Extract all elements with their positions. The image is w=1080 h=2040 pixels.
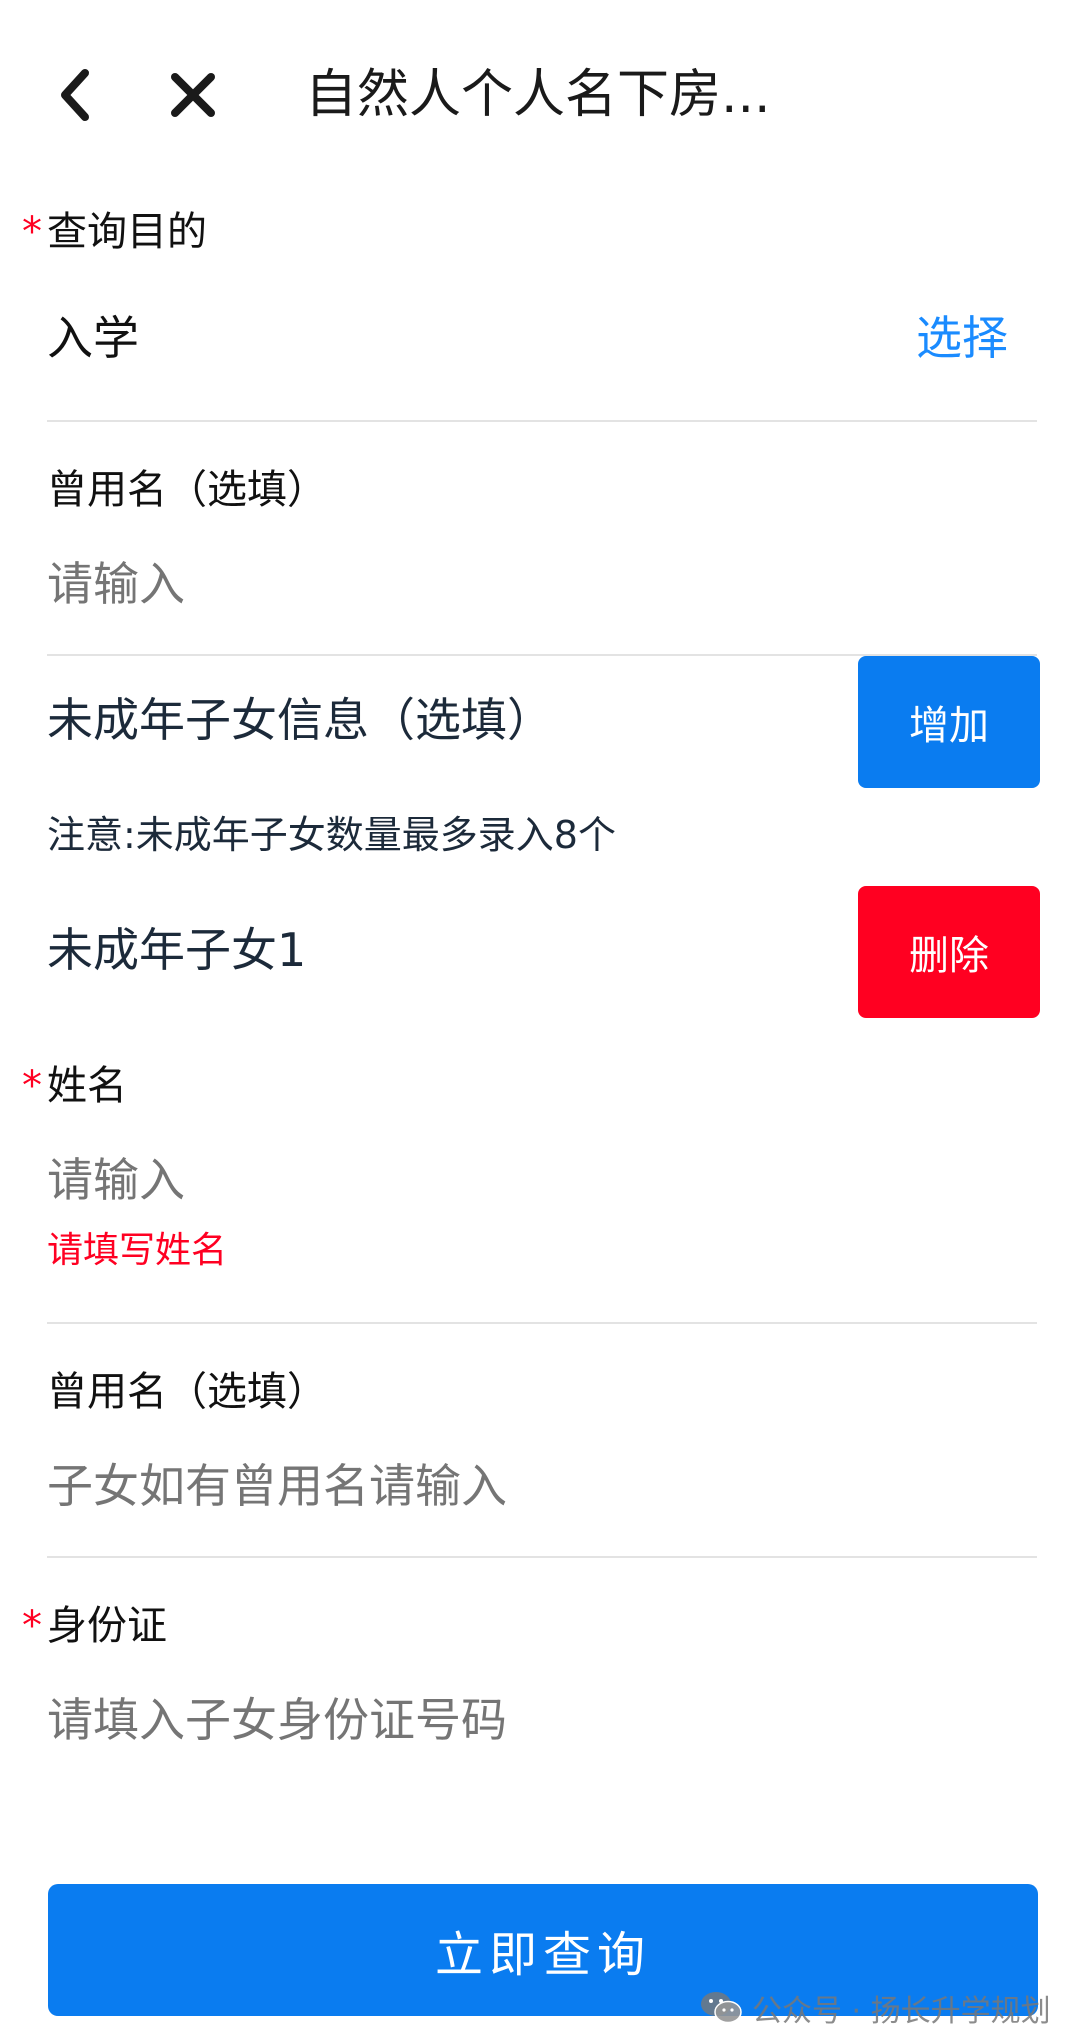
divider xyxy=(47,1556,1037,1558)
purpose-value: 入学 xyxy=(47,311,139,365)
children-note: 注意:未成年子女数量最多录入8个 xyxy=(47,813,616,857)
child-name-input[interactable] xyxy=(47,1148,1027,1212)
required-mark: * xyxy=(22,1063,42,1109)
divider xyxy=(47,420,1037,422)
child-name-error: 请填写姓名 xyxy=(47,1230,228,1271)
child-name-label: 姓名 xyxy=(47,1063,127,1109)
former-name-label: 曾用名（选填） xyxy=(47,467,327,513)
close-icon xyxy=(171,73,215,117)
watermark: 公众号 · 扬长升学规划 xyxy=(700,1982,1051,2034)
child-id-label: 身份证 xyxy=(47,1603,167,1649)
purpose-label: 查询目的 xyxy=(47,209,207,255)
children-section-title: 未成年子女信息（选填） xyxy=(47,693,553,747)
wechat-icon xyxy=(701,1992,742,2024)
required-mark: * xyxy=(22,209,42,255)
back-button[interactable] xyxy=(40,60,110,130)
child-former-name-label: 曾用名（选填） xyxy=(47,1369,327,1415)
required-mark: * xyxy=(22,1603,42,1649)
chevron-left-icon xyxy=(61,69,89,121)
divider xyxy=(47,1322,1037,1324)
watermark-text: 公众号 · 扬长升学规划 xyxy=(752,1994,1051,2029)
add-child-button[interactable]: 增加 xyxy=(858,656,1040,788)
child-former-name-input[interactable] xyxy=(47,1454,1027,1518)
close-button[interactable] xyxy=(158,60,228,130)
page-title: 自然人个人名下房... xyxy=(305,65,771,125)
child-1-title: 未成年子女1 xyxy=(47,923,307,977)
purpose-select-link[interactable]: 选择 xyxy=(916,306,1008,370)
child-id-input[interactable] xyxy=(47,1688,1027,1752)
former-name-input[interactable] xyxy=(47,552,1027,616)
delete-child-button[interactable]: 删除 xyxy=(858,886,1040,1018)
